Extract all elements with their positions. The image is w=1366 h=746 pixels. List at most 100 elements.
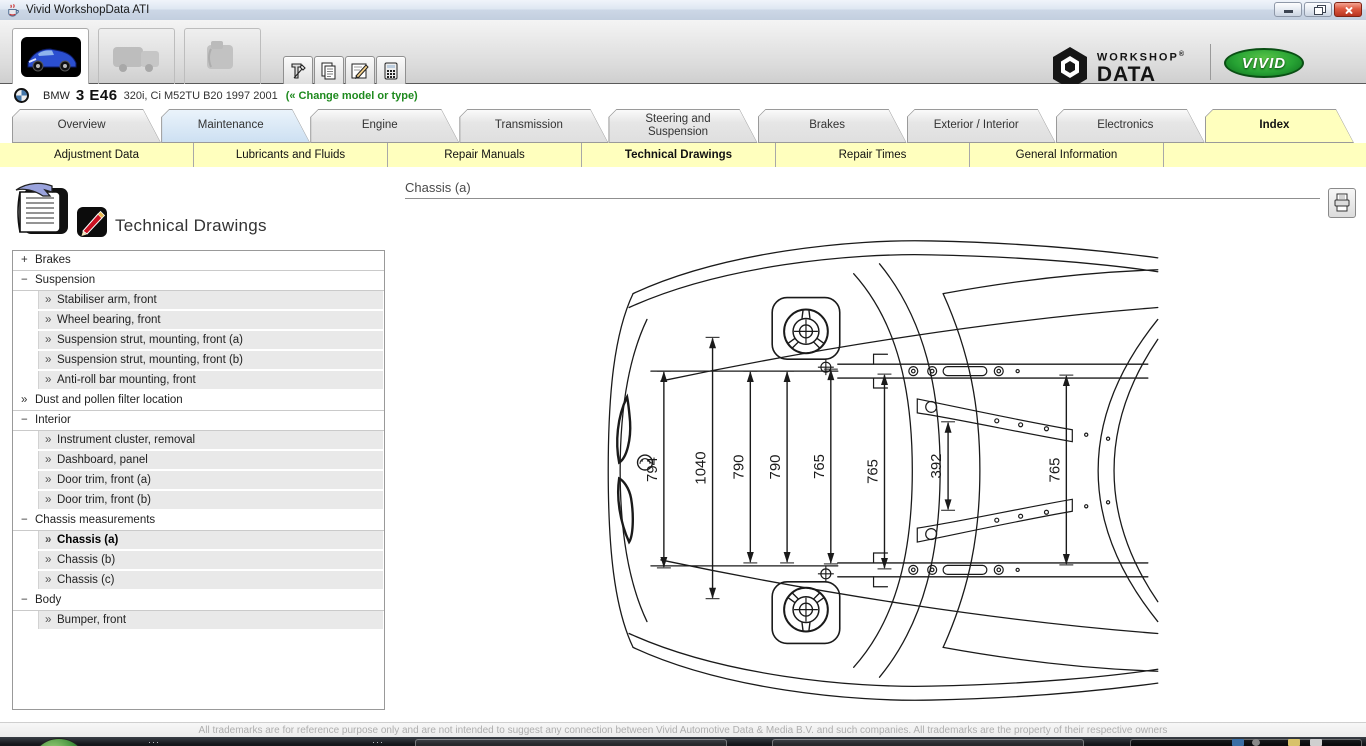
taskbar-button[interactable] [772, 739, 1084, 746]
tree-item-chassis-measurements[interactable]: −Chassis measurements [13, 511, 384, 531]
tree-item-marker: » [45, 571, 57, 589]
dimension-790: 790 [731, 371, 757, 563]
tree-item-interior[interactable]: −Interior [13, 411, 384, 431]
dimension-label: 765 [866, 459, 882, 484]
tree-item-brakes[interactable]: +Brakes [13, 251, 384, 271]
tray-icon[interactable] [1288, 739, 1300, 746]
tree-item-marker: − [21, 271, 35, 290]
dimension-790: 790 [768, 371, 794, 563]
toolbar: WORKSHOP® DATA VIVID [0, 20, 1366, 84]
tab-electronics[interactable]: Electronics [1056, 109, 1205, 143]
bmw-roundel-icon [14, 88, 29, 103]
tree-item-marker: » [45, 431, 57, 449]
taskbar-button[interactable] [415, 739, 727, 746]
close-button[interactable] [1334, 2, 1362, 17]
tree-item-anti-roll-bar-mounting-front[interactable]: »Anti-roll bar mounting, front [38, 371, 383, 389]
dimension-label: 765 [1047, 458, 1063, 483]
application-window: Vivid WorkshopData ATI [0, 0, 1366, 746]
dimension-392: 392 [929, 422, 955, 510]
title-bar: Vivid WorkshopData ATI [0, 0, 1366, 21]
subtab-general-information[interactable]: General Information [970, 143, 1164, 167]
truck-icon [109, 39, 165, 75]
copy-button[interactable] [314, 56, 344, 86]
copy-documents-icon [319, 61, 339, 81]
tray-icon[interactable] [1310, 739, 1322, 746]
tab-label: Transmission [495, 119, 563, 132]
tree-item-dust-and-pollen-filter-location[interactable]: »Dust and pollen filter location [13, 391, 384, 411]
vehicle-type-tab-equipment[interactable] [184, 28, 261, 84]
subtab-label: General Information [1016, 149, 1118, 161]
tree-item-marker: − [21, 591, 35, 610]
tree-item-label: Wheel bearing, front [57, 314, 161, 326]
restore-button[interactable] [1304, 2, 1332, 17]
tree-item-label: Dashboard, panel [57, 454, 148, 466]
vehicle-type-tab-truck[interactable] [98, 28, 175, 84]
notes-button[interactable] [345, 56, 375, 86]
tree-item-body[interactable]: −Body [13, 591, 384, 611]
dimension-label: 794 [645, 457, 661, 482]
content-title-rule [405, 198, 1320, 199]
registered-mark: ® [1179, 51, 1186, 58]
tree-item-marker: » [45, 331, 57, 349]
tree-item-chassis-c[interactable]: »Chassis (c) [38, 571, 383, 589]
tray-icon[interactable] [1252, 739, 1260, 746]
tree-item-chassis-b[interactable]: »Chassis (b) [38, 551, 383, 569]
minimize-button[interactable] [1274, 2, 1302, 17]
tree-item-dashboard-panel[interactable]: »Dashboard, panel [38, 451, 383, 469]
tab-transmission[interactable]: Transmission [459, 109, 608, 143]
tree-item-suspension-strut-mounting-front-b[interactable]: »Suspension strut, mounting, front (b) [38, 351, 383, 369]
tab-label: Engine [362, 119, 398, 132]
tree-item-label: Anti-roll bar mounting, front [57, 374, 196, 386]
tree-item-label: Door trim, front (b) [57, 494, 151, 506]
subtab-lubricants-and-fluids[interactable]: Lubricants and Fluids [194, 143, 388, 167]
tools-button[interactable] [283, 56, 313, 86]
tree-item-marker: » [45, 531, 57, 549]
tree-item-marker: + [21, 251, 35, 270]
tab-maintenance[interactable]: Maintenance [161, 109, 310, 143]
tree-item-bumper-front[interactable]: »Bumper, front [38, 611, 383, 629]
tray-icon[interactable] [1232, 739, 1244, 746]
calculator-button[interactable] [376, 56, 406, 86]
subtab-adjustment-data[interactable]: Adjustment Data [0, 143, 194, 167]
tree-item-marker: − [21, 411, 35, 430]
subtab-repair-times[interactable]: Repair Times [776, 143, 970, 167]
tree-item-chassis-a[interactable]: »Chassis (a) [38, 531, 383, 549]
taskbar-button[interactable] [1130, 739, 1362, 746]
dimension-label: 765 [812, 454, 828, 479]
tree-item-suspension[interactable]: −Suspension [13, 271, 384, 291]
tree-item-label: Chassis (a) [57, 534, 118, 546]
change-model-link[interactable]: (« Change model or type) [286, 90, 418, 102]
subtab-label: Repair Times [839, 149, 907, 161]
print-button[interactable] [1328, 188, 1356, 218]
printer-icon [1333, 193, 1351, 213]
windows-taskbar[interactable]: ··· ··· [0, 737, 1366, 746]
tree-item-marker: » [45, 471, 57, 489]
subtab-repair-manuals[interactable]: Repair Manuals [388, 143, 582, 167]
tree-item-marker: » [45, 491, 57, 509]
workshop-logo-text: WORKSHOP [1097, 51, 1179, 63]
dimension-765: 765 [812, 369, 838, 564]
tree-item-suspension-strut-mounting-front-a[interactable]: »Suspension strut, mounting, front (a) [38, 331, 383, 349]
tree-item-marker: » [21, 391, 35, 410]
tree-item-label: Door trim, front (a) [57, 474, 151, 486]
chassis-drawing: 7941040790790765765392765 [603, 232, 1160, 709]
sub-tab-bar: Adjustment DataLubricants and Fluids Repa… [0, 143, 1366, 167]
tree-item-door-trim-front-b[interactable]: »Door trim, front (b) [38, 491, 383, 509]
tab-engine[interactable]: Engine [310, 109, 459, 143]
tab-overview[interactable]: Overview [12, 109, 161, 143]
tab-index[interactable]: Index [1205, 109, 1354, 143]
tab-label: Brakes [809, 119, 845, 132]
vehicle-type-tab-car[interactable] [12, 28, 89, 84]
tab-steering-and-suspension[interactable]: Steering and Suspension [608, 109, 757, 143]
tree-item-label: Suspension strut, mounting, front (a) [57, 334, 243, 346]
tree-item-instrument-cluster-removal[interactable]: »Instrument cluster, removal [38, 431, 383, 449]
tab-exterior-interior[interactable]: Exterior / Interior [907, 109, 1056, 143]
subtab-technical-drawings[interactable]: Technical Drawings [582, 143, 776, 167]
start-orb-icon[interactable] [30, 738, 88, 746]
tree-item-door-trim-front-a[interactable]: »Door trim, front (a) [38, 471, 383, 489]
tab-label: Index [1259, 119, 1289, 132]
tab-brakes[interactable]: Brakes [758, 109, 907, 143]
tree-item-stabiliser-arm-front[interactable]: »Stabiliser arm, front [38, 291, 383, 309]
tree-item-wheel-bearing-front[interactable]: »Wheel bearing, front [38, 311, 383, 329]
subtab-label: Repair Manuals [444, 149, 525, 161]
